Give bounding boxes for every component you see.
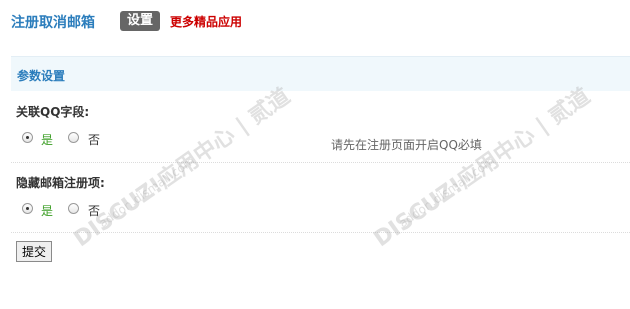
watermark-domain: addon.dismall.com <box>396 153 498 231</box>
hide-email-label: 隐藏邮箱注册项: <box>16 176 105 190</box>
divider <box>11 232 630 233</box>
section-title: 参数设置 <box>17 69 66 83</box>
hide-email-no-label[interactable]: 否 <box>88 202 100 219</box>
qq-field-tip: 请先在注册页面开启QQ必填 <box>331 138 482 152</box>
submit-button[interactable]: 提交 <box>16 241 53 262</box>
hide-email-no-radio[interactable] <box>68 203 79 214</box>
qq-field-yes-label[interactable]: 是 <box>41 131 53 148</box>
hide-email-yes-radio[interactable] <box>22 203 33 214</box>
app-title: 注册取消邮箱 <box>11 15 95 31</box>
section-header: 参数设置 <box>11 56 630 91</box>
top-bar: 注册取消邮箱 设置 更多精品应用 <box>0 0 630 44</box>
watermark-brand: DISCUZ!应用中心 | 贰道 <box>369 83 595 253</box>
divider <box>11 162 630 163</box>
hide-email-yes-label[interactable]: 是 <box>41 202 53 219</box>
watermark-domain: addon.dismall.com <box>96 153 198 231</box>
qq-field-no-radio[interactable] <box>68 132 79 143</box>
qq-field-yes-radio[interactable] <box>22 132 33 143</box>
tab-settings[interactable]: 设置 <box>120 11 161 31</box>
qq-field-no-label[interactable]: 否 <box>88 131 100 148</box>
qq-field-label: 关联QQ字段: <box>16 105 90 119</box>
watermark-brand: DISCUZ!应用中心 | 贰道 <box>69 83 295 253</box>
more-apps-link[interactable]: 更多精品应用 <box>170 13 242 30</box>
